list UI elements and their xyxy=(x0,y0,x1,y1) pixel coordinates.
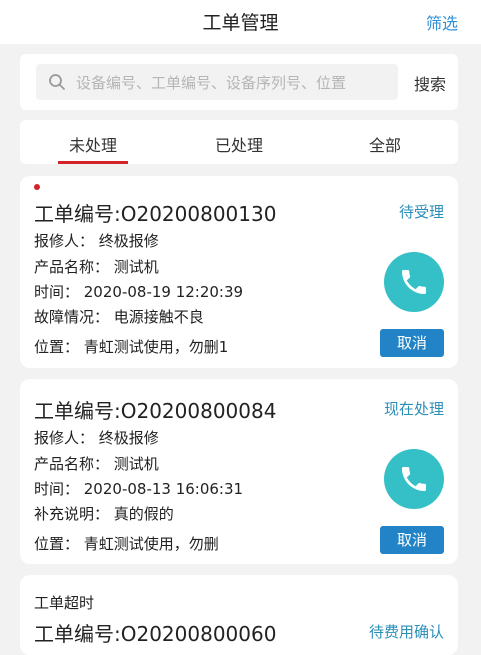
reporter: 报修人： 终极报修 xyxy=(34,232,159,250)
product-name: 产品名称： 测试机 xyxy=(34,455,159,473)
call-button[interactable] xyxy=(384,449,444,509)
location: 位置： 青虹测试使用，勿删1 xyxy=(34,338,229,356)
product-name: 产品名称： 测试机 xyxy=(34,258,159,276)
work-order-card[interactable]: 工单编号:O20200800084 现在处理 报修人： 终极报修 产品名称： 测… xyxy=(20,379,458,564)
tab-processed[interactable]: 已处理 xyxy=(166,132,312,156)
work-order-card[interactable]: 工单编号:O20200800130 待受理 报修人： 终极报修 产品名称： 测试… xyxy=(20,176,458,368)
reporter: 报修人： 终极报修 xyxy=(34,429,159,447)
order-code: 工单编号:O20200800084 xyxy=(34,399,277,423)
unread-dot xyxy=(34,184,40,190)
location: 位置： 青虹测试使用，勿删 xyxy=(34,535,219,553)
order-time: 时间： 2020-08-19 12:20:39 xyxy=(34,283,244,301)
supplementary-note: 补充说明： 真的假的 xyxy=(34,505,174,523)
search-icon xyxy=(49,74,65,90)
search-field[interactable] xyxy=(36,64,398,100)
call-button[interactable] xyxy=(384,252,444,312)
phone-icon xyxy=(402,270,426,294)
tab-all[interactable]: 全部 xyxy=(312,132,458,156)
order-code: 工单编号:O20200800130 xyxy=(34,202,277,226)
cancel-button[interactable]: 取消 xyxy=(380,526,444,554)
order-status: 待受理 xyxy=(398,203,444,221)
active-tab-indicator xyxy=(58,161,128,164)
page-title: 工单管理 xyxy=(202,12,279,34)
search-input[interactable] xyxy=(74,64,396,100)
order-status: 现在处理 xyxy=(383,400,444,418)
header-bar: 工单管理 筛选 xyxy=(0,0,481,44)
timeout-label: 工单超时 xyxy=(34,594,95,612)
fault-description: 故障情况： 电源接触不良 xyxy=(34,308,204,326)
filter-button[interactable]: 筛选 xyxy=(426,10,458,34)
order-status: 待费用确认 xyxy=(368,623,444,641)
work-order-card[interactable]: 工单超时 工单编号:O20200800060 待费用确认 xyxy=(20,575,458,655)
search-bar: 搜索 xyxy=(20,54,458,110)
order-time: 时间： 2020-08-13 16:06:31 xyxy=(34,480,244,498)
tab-unprocessed[interactable]: 未处理 xyxy=(20,132,166,156)
search-button[interactable]: 搜索 xyxy=(414,71,446,95)
tab-bar: 未处理 已处理 全部 xyxy=(20,120,458,164)
phone-icon xyxy=(402,467,426,491)
cancel-button[interactable]: 取消 xyxy=(380,329,444,357)
